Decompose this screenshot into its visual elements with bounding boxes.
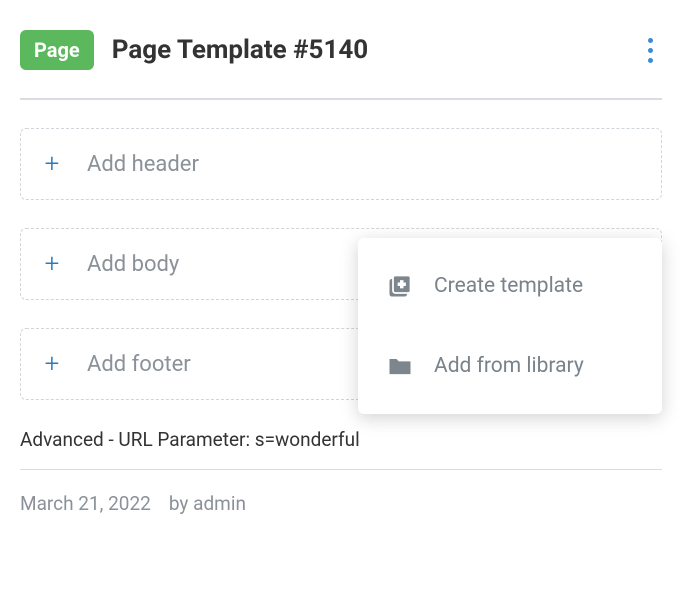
header-row: Page Page Template #5140 [20, 30, 662, 70]
add-body-label: Add body [87, 252, 179, 277]
kebab-dot-icon [648, 38, 653, 43]
add-from-library-item[interactable]: Add from library [358, 326, 662, 406]
kebab-dot-icon [648, 58, 653, 63]
divider [20, 98, 662, 100]
create-template-item[interactable]: Create template [358, 246, 662, 326]
advanced-url-parameter: Advanced - URL Parameter: s=wonderful [20, 428, 662, 451]
add-footer-label: Add footer [87, 352, 191, 377]
more-options-button[interactable] [638, 35, 662, 65]
plus-icon: + [41, 151, 63, 177]
create-template-icon [386, 272, 414, 300]
divider [20, 469, 662, 470]
kebab-dot-icon [648, 48, 653, 53]
footer-dropdown-menu: Create template Add from library [358, 238, 662, 414]
page-title: Page Template #5140 [112, 35, 620, 65]
plus-icon: + [41, 251, 63, 277]
folder-icon [386, 352, 414, 380]
type-badge: Page [20, 30, 94, 70]
date-text: March 21, 2022 [20, 492, 151, 515]
author-text: by admin [169, 492, 246, 515]
add-from-library-label: Add from library [434, 354, 584, 378]
add-header-label: Add header [87, 152, 199, 177]
add-header-zone[interactable]: + Add header [20, 128, 662, 200]
plus-icon: + [41, 351, 63, 377]
create-template-label: Create template [434, 274, 583, 298]
meta-row: March 21, 2022 by admin [20, 492, 662, 515]
